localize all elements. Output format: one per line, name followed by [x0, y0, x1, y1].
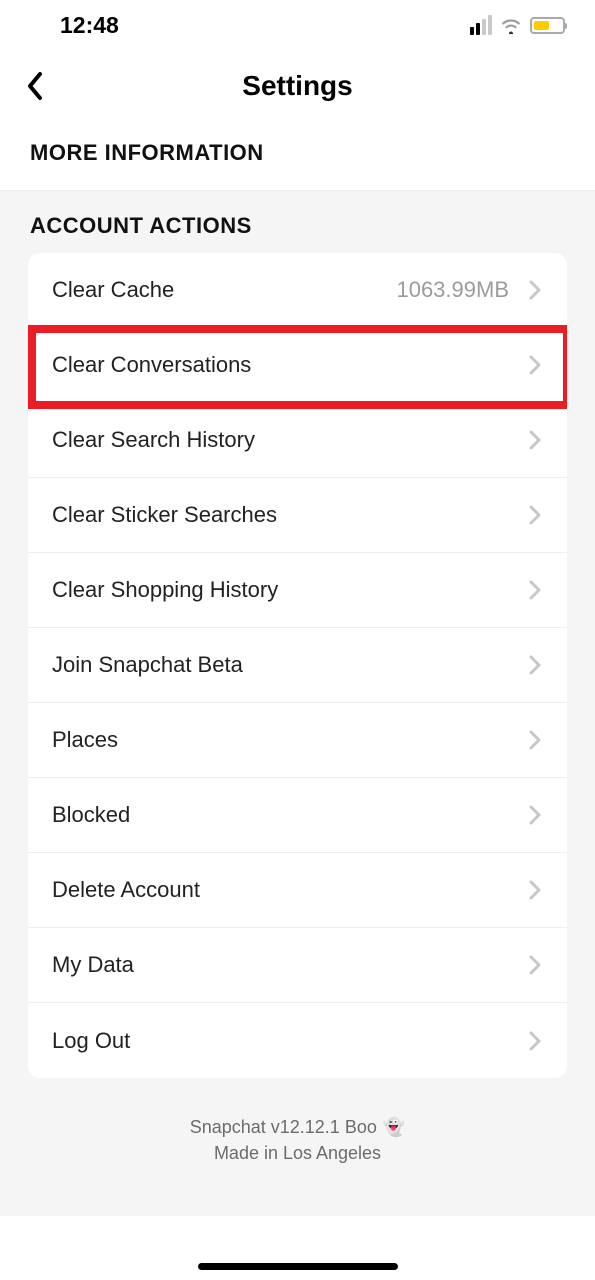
row-label: Clear Search History [52, 427, 527, 453]
more-information-section: MORE INFORMATION [0, 122, 595, 191]
chevron-right-icon [527, 503, 543, 527]
ghost-icon: 👻 [383, 1114, 405, 1140]
row-clear-cache[interactable]: Clear Cache 1063.99MB [28, 253, 567, 328]
row-label: Clear Sticker Searches [52, 502, 527, 528]
row-clear-sticker-searches[interactable]: Clear Sticker Searches [28, 478, 567, 553]
row-label: My Data [52, 952, 527, 978]
row-blocked[interactable]: Blocked [28, 778, 567, 853]
chevron-right-icon [527, 278, 543, 302]
wifi-icon [500, 17, 522, 34]
chevron-left-icon [26, 71, 46, 101]
status-bar: 12:48 [0, 0, 595, 50]
row-clear-conversations[interactable]: Clear Conversations [28, 328, 567, 403]
cellular-signal-icon [470, 15, 492, 35]
status-time: 12:48 [60, 12, 119, 39]
chevron-right-icon [527, 428, 543, 452]
back-button[interactable] [18, 68, 54, 104]
row-delete-account[interactable]: Delete Account [28, 853, 567, 928]
chevron-right-icon [527, 1029, 543, 1053]
chevron-right-icon [527, 878, 543, 902]
row-join-snapchat-beta[interactable]: Join Snapchat Beta [28, 628, 567, 703]
row-label: Clear Cache [52, 277, 396, 303]
chevron-right-icon [527, 353, 543, 377]
page-header: Settings [0, 50, 595, 122]
status-right [470, 15, 565, 35]
battery-icon [530, 17, 565, 34]
footer-version: Snapchat v12.12.1 Boo [190, 1114, 377, 1140]
row-log-out[interactable]: Log Out [28, 1003, 567, 1078]
row-label: Log Out [52, 1028, 527, 1054]
row-clear-shopping-history[interactable]: Clear Shopping History [28, 553, 567, 628]
row-clear-search-history[interactable]: Clear Search History [28, 403, 567, 478]
row-label: Join Snapchat Beta [52, 652, 527, 678]
row-label: Clear Shopping History [52, 577, 527, 603]
row-places[interactable]: Places [28, 703, 567, 778]
chevron-right-icon [527, 578, 543, 602]
home-indicator [198, 1263, 398, 1270]
footer: Snapchat v12.12.1 Boo 👻 Made in Los Ange… [0, 1114, 595, 1166]
chevron-right-icon [527, 953, 543, 977]
row-value: 1063.99MB [396, 277, 509, 303]
page-title: Settings [0, 70, 595, 102]
more-information-title: MORE INFORMATION [30, 140, 565, 166]
row-label: Blocked [52, 802, 527, 828]
row-label: Clear Conversations [52, 352, 527, 378]
account-actions-title: ACCOUNT ACTIONS [0, 209, 595, 253]
account-actions-card: Clear Cache 1063.99MB Clear Conversation… [28, 253, 567, 1078]
footer-location: Made in Los Angeles [0, 1140, 595, 1166]
row-my-data[interactable]: My Data [28, 928, 567, 1003]
chevron-right-icon [527, 728, 543, 752]
row-label: Places [52, 727, 527, 753]
row-label: Delete Account [52, 877, 527, 903]
account-actions-region: ACCOUNT ACTIONS Clear Cache 1063.99MB Cl… [0, 191, 595, 1216]
chevron-right-icon [527, 653, 543, 677]
chevron-right-icon [527, 803, 543, 827]
